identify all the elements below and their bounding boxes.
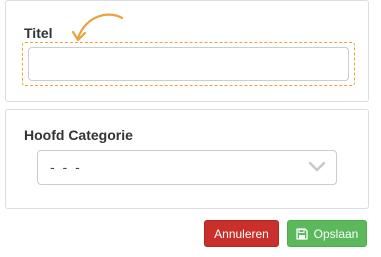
category-select-value: - - -	[50, 159, 82, 175]
chevron-down-icon	[308, 161, 326, 172]
cancel-button[interactable]: Annuleren	[204, 220, 279, 247]
floppy-disk-icon	[295, 227, 308, 240]
title-label: Titel	[24, 25, 53, 41]
save-button-label: Opslaan	[313, 226, 359, 241]
category-select[interactable]: - - -	[37, 150, 337, 185]
title-input-highlight	[22, 42, 355, 86]
category-panel: Hoofd Categorie - - -	[5, 109, 369, 209]
title-input[interactable]	[28, 47, 349, 81]
category-label: Hoofd Categorie	[24, 127, 133, 143]
cancel-button-label: Annuleren	[214, 226, 269, 241]
save-button[interactable]: Opslaan	[287, 220, 367, 247]
title-panel: Titel	[5, 0, 369, 102]
